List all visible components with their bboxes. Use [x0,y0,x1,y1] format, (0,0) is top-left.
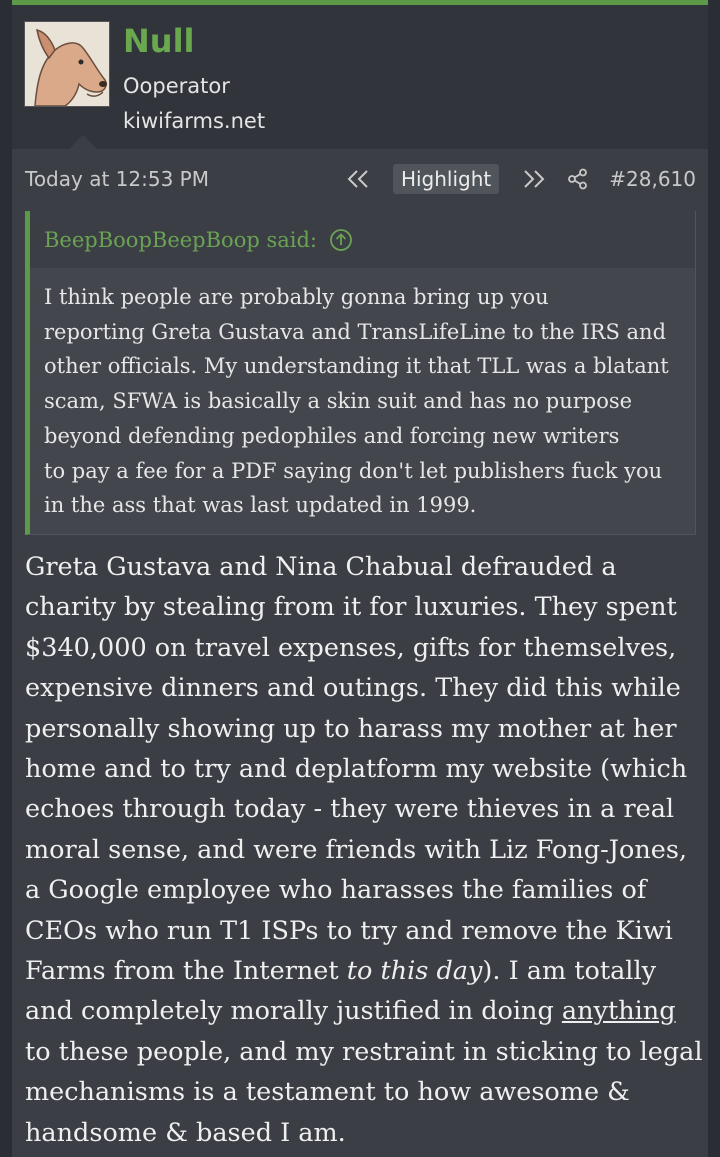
message-line: to these people, and my restraint in sti… [25,1036,703,1067]
message-line: charity by stealing from it for luxuries… [25,592,677,623]
underlined-text: anything [561,996,676,1027]
quote-line: reporting Greta Gustava and TransLifeLin… [44,319,667,344]
quote-text: I think people are probably gonna bring … [30,268,695,523]
message-line: a Google employee who harasses the famil… [25,875,647,906]
message-line: expensive dinners and outings. They did … [25,673,681,704]
highlight-button[interactable]: Highlight [392,164,500,194]
quote-author-link[interactable]: BeepBoopBeepBoop said: [44,228,317,252]
username[interactable]: Null [123,22,195,60]
double-chevron-right-icon[interactable] [521,168,547,190]
message-line: Farms from the Internet to this day). I … [25,951,705,991]
quote-line: other officials. My understanding it tha… [44,354,669,379]
quote-attribution: BeepBoopBeepBoop said: [30,211,695,268]
post-content: BeepBoopBeepBoop said: I think people ar… [12,209,708,1157]
italic-text: to this day [346,956,483,987]
quote-line: to pay a fee for a PDF saying don't let … [44,458,663,483]
post-meta-bar: Today at 12:53 PM Highlight #28,610 [12,149,708,209]
quote-line: scam, SFWA is basically a skin suit and … [44,389,633,414]
share-icon[interactable] [567,168,589,190]
message-line: echoes through today - they were thieves… [25,794,675,825]
message-line: mechanisms is a testament to how awesome… [25,1077,630,1108]
message-line: Greta Gustava and Nina Chabual defrauded… [25,552,617,582]
quote-line: beyond defending pedophiles and forcing … [44,423,620,448]
message-body: Greta Gustava and Nina Chabual defrauded… [25,547,705,1153]
message-line: CEOs who run T1 ISPs to try and remove t… [25,915,673,946]
post-number-link[interactable]: #28,610 [609,167,696,191]
message-line: $340,000 on travel expenses, gifts for t… [25,632,677,663]
message-line: personally showing up to harass my mothe… [25,713,677,744]
user-site: kiwifarms.net [123,109,266,133]
quote-line: in the ass that was last updated in 1999… [44,493,477,518]
message-text: Farms from the Internet [25,956,347,987]
message-line: home and to try and deplatform my websit… [25,754,688,785]
user-title: Ooperator [123,74,230,98]
message-line: handsome & based I am. [25,1117,346,1148]
user-info-block: Null Ooperator kiwifarms.net [12,5,708,149]
message-line: and completely morally justified in doin… [25,991,705,1031]
post-date[interactable]: Today at 12:53 PM [25,167,209,191]
message-text: ). I am totally [482,956,657,987]
post-actions: Highlight #28,610 [345,163,696,195]
quote-block: BeepBoopBeepBoop said: I think people ar… [25,211,696,535]
arrow-up-circle-icon[interactable] [329,228,353,252]
quote-line: I think people are probably gonna bring … [44,285,549,309]
dog-avatar-icon [25,22,109,106]
message-text: and completely morally justified in doin… [25,996,562,1027]
double-chevron-left-icon[interactable] [345,168,371,190]
user-block-pointer [69,135,97,149]
message-line: moral sense, and were friends with Liz F… [25,834,688,865]
avatar[interactable] [24,21,110,107]
